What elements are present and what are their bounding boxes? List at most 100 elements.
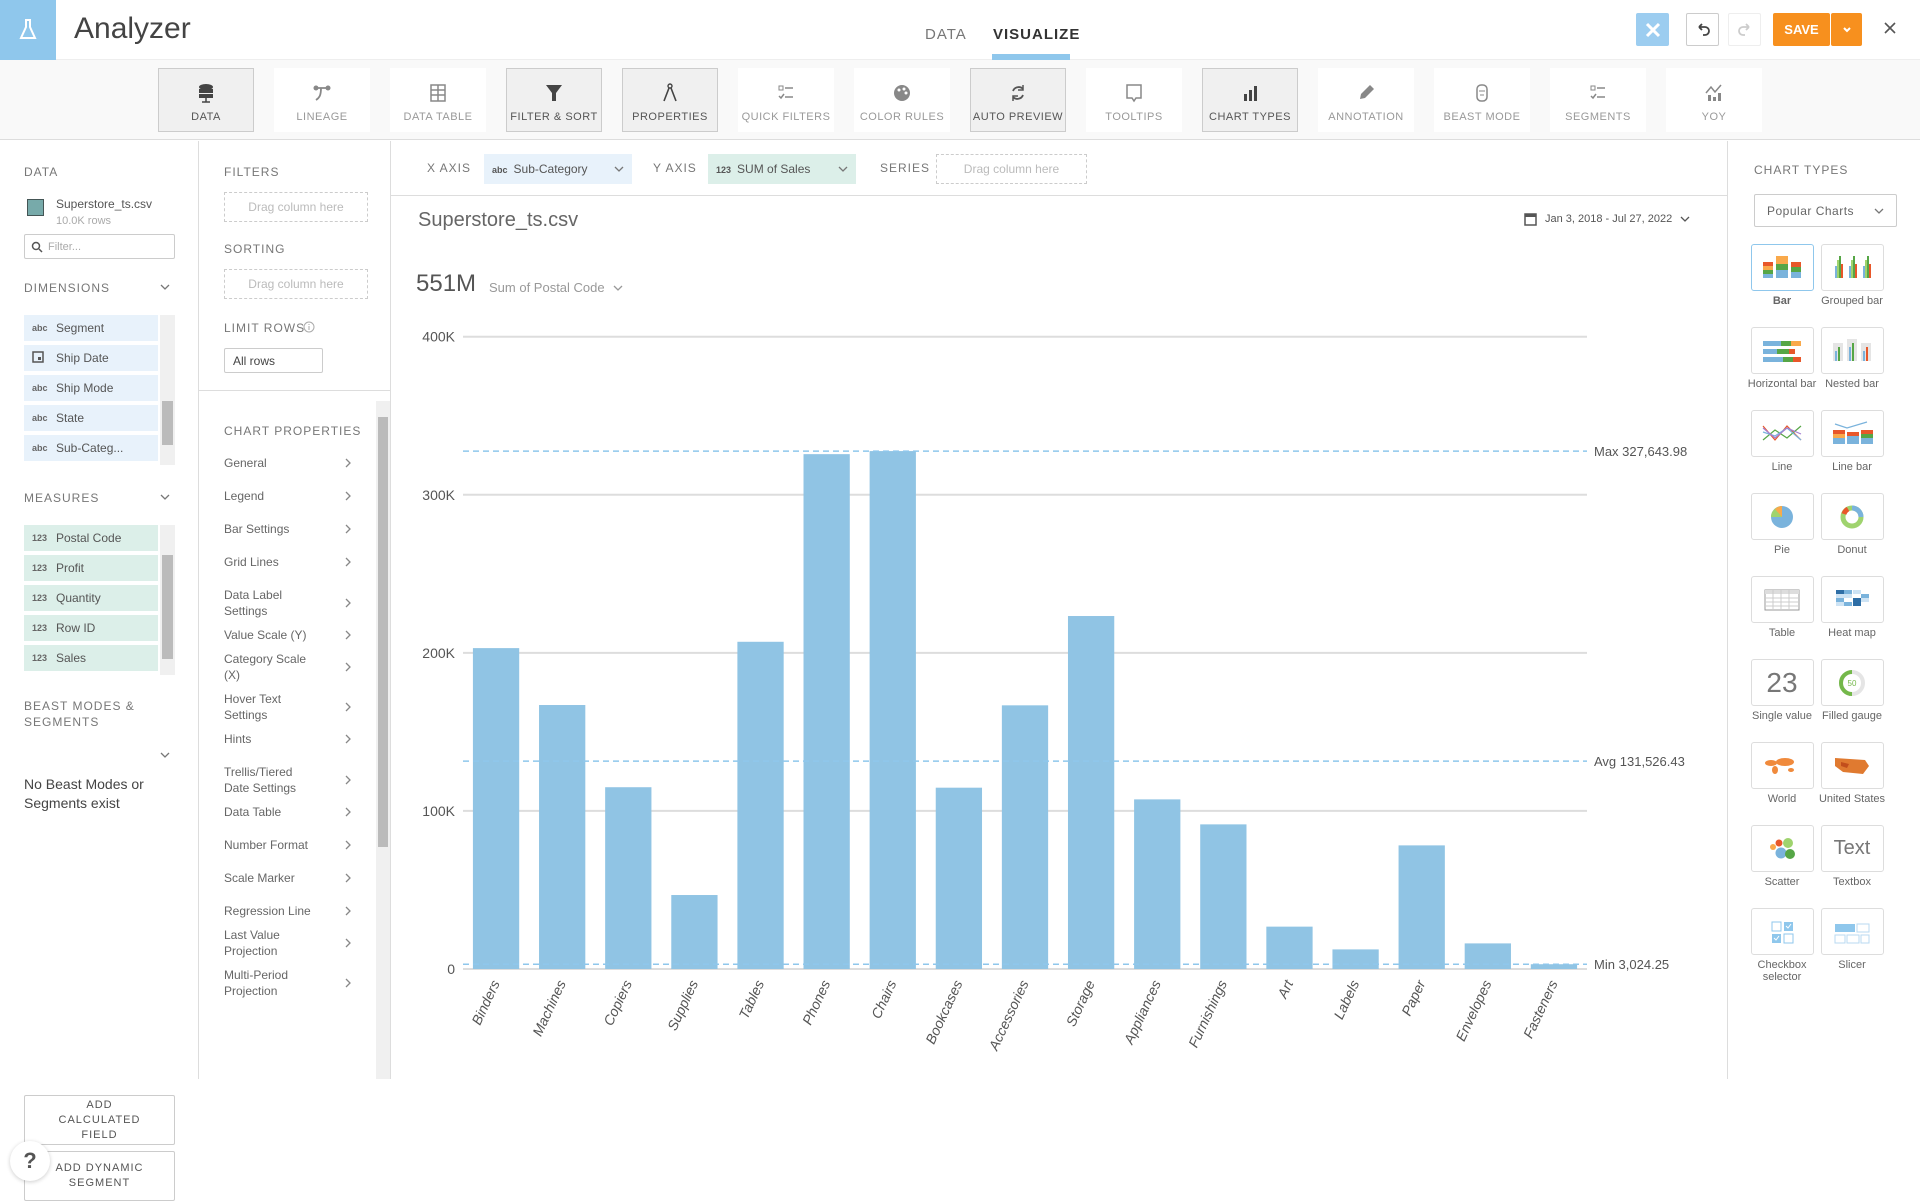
bar-accessories[interactable]	[1001, 705, 1049, 969]
beast-collapse-icon[interactable]	[160, 751, 170, 759]
toolbar-data-button[interactable]: DATA	[158, 68, 254, 132]
save-options-button[interactable]	[1831, 13, 1862, 46]
save-button[interactable]: SAVE	[1773, 13, 1830, 46]
chart-type-heat-map[interactable]: Heat map	[1817, 576, 1887, 651]
chart-type-grouped-bar[interactable]: Grouped bar	[1817, 244, 1887, 319]
field-item[interactable]: 123 Sales	[24, 645, 158, 671]
close-button[interactable]	[1882, 20, 1898, 41]
bar-copiers[interactable]	[605, 787, 652, 969]
toolbar-segments-button[interactable]: SEGMENTS	[1550, 68, 1646, 132]
bar-storage[interactable]	[1067, 616, 1115, 969]
bar-paper[interactable]	[1398, 845, 1445, 969]
chart-type-line[interactable]: Line	[1747, 410, 1817, 485]
toolbar-color-rules-button[interactable]: COLOR RULES	[854, 68, 950, 132]
property-item[interactable]: Value Scale (Y)	[224, 627, 374, 643]
field-item[interactable]: abc Ship Mode	[24, 375, 158, 401]
property-item[interactable]: Number Format	[224, 837, 374, 853]
info-icon[interactable]	[303, 321, 315, 333]
toolbar-chart-types-button[interactable]: CHART TYPES	[1202, 68, 1298, 132]
property-item[interactable]: Scale Marker	[224, 870, 374, 886]
undo-button[interactable]	[1686, 13, 1719, 46]
property-item[interactable]: Hints	[224, 731, 374, 747]
sorting-drop-zone[interactable]: Drag column here	[224, 269, 368, 299]
bar-appliances[interactable]	[1134, 799, 1181, 969]
chart-type-horizontal-bar[interactable]: Horizontal bar	[1747, 327, 1817, 402]
chart-type-bar[interactable]: Bar	[1747, 244, 1817, 319]
field-item[interactable]: Ship Date	[24, 345, 158, 371]
chart-type-textbox[interactable]: Text Textbox	[1817, 825, 1887, 900]
chart-type-pie[interactable]: Pie	[1747, 493, 1817, 568]
toolbar-lineage-button[interactable]: LINEAGE	[274, 68, 370, 132]
help-button[interactable]: ?	[10, 1141, 50, 1181]
chart-type-world[interactable]: World	[1747, 742, 1817, 817]
chart-type-checkbox-selector[interactable]: Checkbox selector	[1747, 908, 1817, 983]
add-calculated-field-button[interactable]: ADD CALCULATED FIELD	[24, 1095, 175, 1145]
property-item[interactable]: Trellis/Tiered Date Settings	[224, 764, 374, 796]
bar-chairs[interactable]	[869, 451, 916, 969]
chart-type-united-states[interactable]: United States	[1817, 742, 1887, 817]
property-item[interactable]: Grid Lines	[224, 554, 374, 570]
property-item[interactable]: Data Label Settings	[224, 587, 374, 619]
tab-data[interactable]: DATA	[925, 26, 967, 43]
toolbar-auto-preview-button[interactable]: AUTO PREVIEW	[970, 68, 1066, 132]
field-item[interactable]: abc State	[24, 405, 158, 431]
property-item[interactable]: Regression Line	[224, 903, 374, 919]
toolbar-properties-button[interactable]: PROPERTIES	[622, 68, 718, 132]
bar-art[interactable]	[1266, 926, 1313, 969]
property-item[interactable]: Hover Text Settings	[224, 691, 374, 723]
chart-type-slicer[interactable]: Slicer	[1817, 908, 1887, 983]
chart-type-filled-gauge[interactable]: 50 Filled gauge	[1817, 659, 1887, 734]
field-item[interactable]: 123 Postal Code	[24, 525, 158, 551]
bar-furnishings[interactable]	[1200, 824, 1247, 969]
property-item[interactable]: General	[224, 455, 374, 471]
field-item[interactable]: abc Segment	[24, 315, 158, 341]
toolbar-filter-sort-button[interactable]: FILTER & SORT	[506, 68, 602, 132]
toolbar-beast-mode-button[interactable]: BEAST MODE	[1434, 68, 1530, 132]
chart-type-nested-bar[interactable]: Nested bar	[1817, 327, 1887, 402]
measures-collapse-icon[interactable]	[160, 493, 170, 501]
chart-type-single-value[interactable]: 23 Single value	[1747, 659, 1817, 734]
chart-type-donut[interactable]: Donut	[1817, 493, 1887, 568]
property-item[interactable]: Multi-Period Projection	[224, 967, 374, 999]
field-item[interactable]: 123 Row ID	[24, 615, 158, 641]
chart-type-table[interactable]: Table	[1747, 576, 1817, 651]
chart-type-scatter[interactable]: Scatter	[1747, 825, 1817, 900]
bar-labels[interactable]	[1332, 949, 1379, 969]
dataset-name[interactable]: Superstore_ts.csv	[56, 197, 152, 211]
bar-supplies[interactable]	[671, 895, 718, 969]
toolbar-annotation-button[interactable]: ANNOTATION	[1318, 68, 1414, 132]
property-item[interactable]: Last Value Projection	[224, 927, 374, 959]
property-item[interactable]: Category Scale (X)	[224, 651, 374, 683]
chart-type-line-bar[interactable]: Line bar	[1817, 410, 1887, 485]
bar-phones[interactable]	[803, 454, 850, 969]
measures-scrollbar[interactable]	[160, 525, 175, 675]
property-item[interactable]: Bar Settings	[224, 521, 374, 537]
series-drop-zone[interactable]: Drag column here	[936, 154, 1087, 184]
field-filter-input[interactable]: Filter...	[24, 234, 175, 259]
bar-binders[interactable]	[472, 648, 520, 969]
x-axis-field[interactable]: abc Sub-Category	[484, 154, 632, 184]
limit-rows-input[interactable]: All rows	[224, 348, 323, 373]
tools-button[interactable]	[1636, 13, 1669, 46]
property-item[interactable]: Legend	[224, 488, 374, 504]
dimensions-collapse-icon[interactable]	[160, 283, 170, 291]
bar-tables[interactable]	[737, 641, 784, 969]
properties-scrollbar[interactable]	[376, 401, 390, 1079]
bar-envelopes[interactable]	[1464, 943, 1511, 969]
toolbar-quick-filters-button[interactable]: QUICK FILTERS	[738, 68, 834, 132]
field-item[interactable]: abc Sub-Categ...	[24, 435, 158, 461]
y-axis-field[interactable]: 123 SUM of Sales	[708, 154, 856, 184]
property-item[interactable]: Data Table	[224, 804, 374, 820]
field-item[interactable]: 123 Profit	[24, 555, 158, 581]
bar-bookcases[interactable]	[935, 787, 983, 969]
toolbar-data-table-button[interactable]: DATA TABLE	[390, 68, 486, 132]
filters-drop-zone[interactable]: Drag column here	[224, 192, 368, 222]
bar-machines[interactable]	[539, 705, 586, 969]
toolbar-yoy-button[interactable]: YOY	[1666, 68, 1762, 132]
toolbar-tooltips-button[interactable]: TOOLTIPS	[1086, 68, 1182, 132]
chart-category-dropdown[interactable]: Popular Charts	[1754, 194, 1897, 227]
field-item[interactable]: 123 Quantity	[24, 585, 158, 611]
tab-visualize[interactable]: VISUALIZE	[993, 26, 1080, 43]
dimensions-scrollbar[interactable]	[160, 315, 175, 465]
redo-button[interactable]	[1728, 13, 1761, 46]
